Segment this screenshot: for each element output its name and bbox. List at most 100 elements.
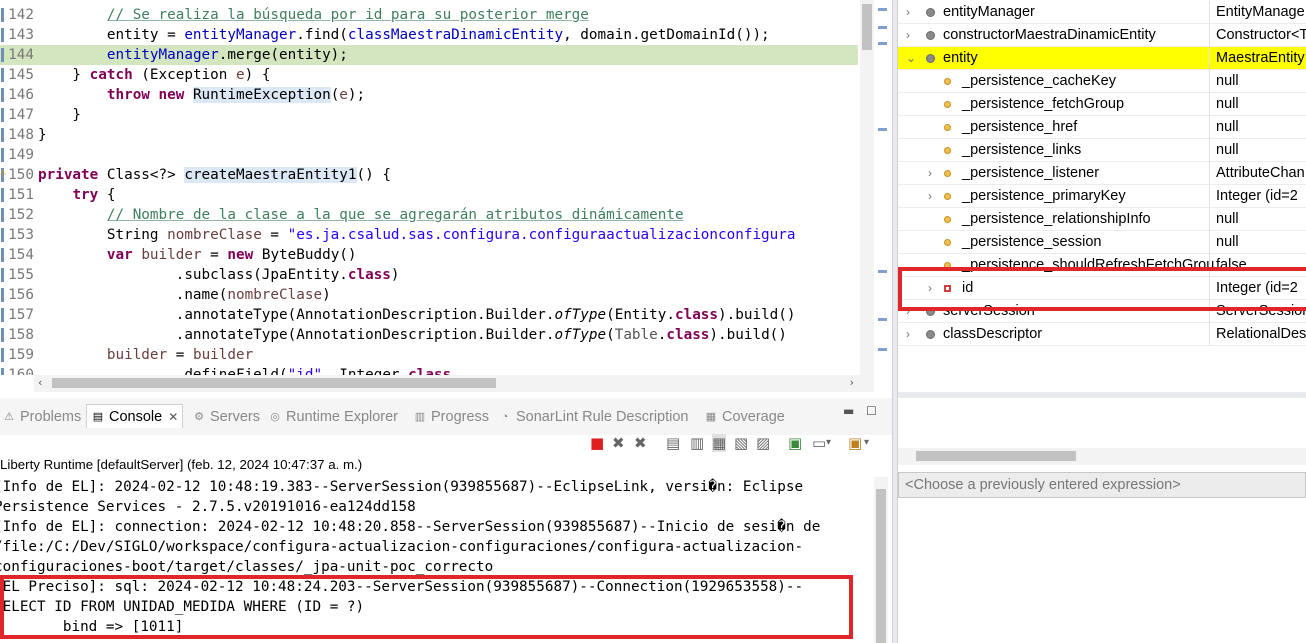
code-area[interactable]: 142 // Se realiza la búsqueda por id par… [0,5,858,375]
code-line[interactable]: 156 .name(nombreClase) [0,285,858,305]
close-icon[interactable]: ✕ [168,407,178,427]
variables-horizontal-scrollbar[interactable] [898,448,1306,465]
code-text[interactable]: entity = entityManager.find(classMaestra… [38,25,770,45]
code-text[interactable]: // Se realiza la búsqueda por id para su… [38,5,589,25]
code-line[interactable]: 142 // Se realiza la búsqueda por id par… [0,5,858,25]
code-line[interactable]: 159 builder = builder [0,345,858,365]
pin-console-icon[interactable]: ▣ [788,434,802,452]
variable-row-entity[interactable]: ⌄ entity MaestraEntity [898,47,1306,70]
remove-launch-icon[interactable]: ✖ [612,434,625,452]
editor-horizontal-scrollbar[interactable]: ‹ › [34,375,860,392]
open-console-icon[interactable]: ▣ [848,434,862,452]
variable-row-classDescriptor[interactable]: › classDescriptor RelationalDes [898,323,1306,346]
tab-problems[interactable]: ⚠ Problems [2,407,81,427]
tab-progress[interactable]: ▥ Progress [413,407,489,427]
code-line[interactable]: 154 var builder = new ByteBuddy() [0,245,858,265]
code-text[interactable]: .annotateType(AnnotationDescription.Buil… [38,305,796,325]
code-line[interactable]: 144 entityManager.merge(entity); [0,45,858,65]
code-text[interactable]: .defineField("id", Integer.class, [38,365,460,375]
word-wrap-icon[interactable]: ▦ [712,434,727,452]
overview-marker[interactable] [878,348,887,351]
code-text[interactable]: } [38,105,81,125]
show-on-output-icon[interactable]: ▧ [734,434,748,452]
chevron-down-icon[interactable]: ▾ [864,434,869,452]
code-line[interactable]: 149 [0,145,858,165]
code-text[interactable]: } [38,125,47,145]
chevron-down-icon[interactable]: ▾ [826,434,831,452]
terminate-icon[interactable]: ■ [590,434,604,452]
code-line[interactable]: 160 .defineField("id", Integer.class, [0,365,858,375]
expression-selector[interactable]: <Choose a previously entered expression> [898,472,1306,498]
code-line[interactable]: 146 throw new RuntimeException(e); [0,85,858,105]
editor-vertical-scrollbar[interactable] [860,0,874,392]
show-on-error-icon[interactable]: ▨ [756,434,770,452]
tab-servers[interactable]: ⚙ Servers [192,407,260,427]
variable-row-persistence-relationshipInfo[interactable]: _persistence_relationshipInfo null [898,208,1306,231]
overview-marker[interactable] [878,42,887,45]
overview-marker[interactable] [878,8,887,11]
remove-all-terminated-icon[interactable]: ✖ [634,434,647,452]
variable-row-persistence-fetchGroup[interactable]: _persistence_fetchGroup null [898,93,1306,116]
code-line[interactable]: 143 entity = entityManager.find(classMae… [0,25,858,45]
variable-row-persistence-primaryKey[interactable]: › _persistence_primaryKey Integer (id=2 [898,185,1306,208]
view-sash[interactable] [898,392,1306,398]
code-text[interactable]: // Nombre de la clase a la que se agrega… [38,205,684,225]
scrollbar-thumb[interactable] [52,378,496,388]
overview-marker[interactable] [878,26,887,29]
code-line[interactable]: 157 .annotateType(AnnotationDescription.… [0,305,858,325]
tab-runtime-explorer[interactable]: ◎ Runtime Explorer [268,407,398,427]
tab-console[interactable]: ▤ Console ✕ [86,404,184,428]
code-line[interactable]: 148} [0,125,858,145]
tab-sonarlint-rule-description[interactable]: ◔ SonarLint Rule Description [498,407,689,427]
tab-coverage[interactable]: ▦ Coverage [704,407,785,427]
code-line[interactable]: 155 .subclass(JpaEntity.class) [0,265,858,285]
expression-details-area[interactable] [898,498,1306,643]
scroll-right-arrow-icon[interactable]: › [850,376,854,389]
variable-row-entityManager[interactable]: › entityManager EntityManage [898,1,1306,24]
variable-row-persistence-href[interactable]: _persistence_href null [898,116,1306,139]
code-line[interactable]: 153 String nombreClase = "es.ja.csalud.s… [0,225,858,245]
clear-console-icon[interactable]: ▤ [666,434,680,452]
chevron-down-icon[interactable]: ⌄ [906,47,916,70]
scroll-left-arrow-icon[interactable]: ‹ [38,376,42,389]
scrollbar-thumb[interactable] [916,451,1076,461]
chevron-right-icon[interactable]: › [906,24,910,47]
code-editor[interactable]: 142 // Se realiza la búsqueda por id par… [0,0,892,392]
code-line[interactable]: 151 try { [0,185,858,205]
chevron-right-icon[interactable]: › [928,185,932,208]
code-line[interactable]: 152 // Nombre de la clase a la que se ag… [0,205,858,225]
variables-tree[interactable]: › entityManager EntityManage › constructorMa… [898,0,1306,392]
variable-row-persistence-cacheKey[interactable]: _persistence_cacheKey null [898,70,1306,93]
editor-overview-ruler[interactable] [875,0,890,392]
code-text[interactable]: builder = builder [38,345,253,365]
code-line[interactable]: 145 } catch (Exception e) { [0,65,858,85]
variable-row-persistence-links[interactable]: _persistence_links null [898,139,1306,162]
code-text[interactable]: entityManager.merge(entity); [38,45,348,65]
variable-row-constructorMaestraDinamicEntity[interactable]: › constructorMaestraDinamicEntity Construc… [898,24,1306,47]
code-line[interactable]: ⚠ 150 private Class<?> createMaestraEntity… [0,165,858,185]
code-text[interactable]: var builder = new ByteBuddy() [38,245,357,265]
code-text[interactable]: .annotateType(AnnotationDescription.Buil… [38,325,787,345]
overview-marker[interactable] [878,270,887,273]
console-vertical-scrollbar[interactable] [874,477,888,643]
code-line[interactable]: 158 .annotateType(AnnotationDescription.… [0,325,858,345]
code-text[interactable]: try { [38,185,115,205]
code-text[interactable]: .name(nombreClase) [38,285,331,305]
overview-marker[interactable] [878,318,887,321]
code-text[interactable]: throw new RuntimeException(e); [38,85,365,105]
maximize-icon[interactable]: ☐ [866,404,877,418]
chevron-right-icon[interactable]: › [906,323,910,346]
code-text[interactable]: String nombreClase = "es.ja.csalud.sas.c… [38,225,796,245]
code-text[interactable]: } catch (Exception e) { [38,65,270,85]
code-line[interactable]: 147 } [0,105,858,125]
code-text[interactable]: private Class<?> createMaestraEntity1() … [38,165,391,185]
code-text[interactable]: .subclass(JpaEntity.class) [38,265,400,285]
minimize-icon[interactable]: ▬ [843,404,854,418]
chevron-right-icon[interactable]: › [906,1,910,24]
chevron-right-icon[interactable]: › [928,162,932,185]
scroll-lock-icon[interactable]: ▥ [690,434,704,452]
scrollbar-thumb[interactable] [876,489,886,643]
variable-row-persistence-session[interactable]: _persistence_session null [898,231,1306,254]
display-console-icon[interactable]: ▭ [812,434,826,452]
variable-row-persistence-listener[interactable]: › _persistence_listener AttributeChan [898,162,1306,185]
